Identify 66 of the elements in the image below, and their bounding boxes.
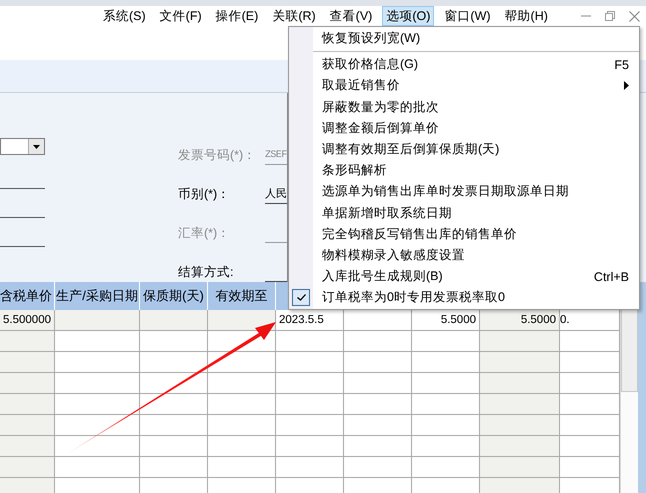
menu-item[interactable]: 取最近销售价 — [289, 75, 639, 97]
column-header[interactable]: 含税单价 — [0, 282, 55, 310]
menu-item[interactable]: 关联(R) — [268, 6, 320, 26]
menu-item[interactable]: 物料模糊录入敏感度设置 — [289, 244, 639, 266]
menu-item[interactable]: 选项(O) — [382, 6, 434, 26]
table-cell — [276, 394, 344, 415]
field-label: 币别(*)： — [178, 186, 232, 203]
table-cell — [276, 436, 344, 457]
table-cell — [276, 415, 344, 436]
column-header[interactable]: 保质期(天) — [140, 282, 208, 310]
table-cell — [140, 457, 208, 478]
column-header[interactable]: 生产/采购日期 — [55, 282, 140, 310]
menu-item[interactable]: 系统(S) — [99, 6, 150, 26]
table-cell — [0, 415, 55, 436]
dropdown-field[interactable] — [0, 138, 45, 155]
table-cell — [208, 394, 276, 415]
table-cell — [276, 352, 344, 373]
menu-item[interactable]: 条形码解析 — [289, 160, 639, 182]
menu-item[interactable]: 查看(V) — [326, 6, 376, 26]
field-label: 结算方式: — [178, 264, 234, 281]
field-label: 发票号码(*)： — [178, 147, 258, 164]
menu-item[interactable]: 单据新增时取系统日期 — [289, 202, 639, 224]
table-cell — [0, 436, 55, 457]
table-cell — [0, 352, 55, 373]
table-cell — [276, 457, 344, 478]
table-cell — [140, 415, 208, 436]
menu-item[interactable]: 调整有效期至后倒算保质期(天) — [289, 138, 639, 160]
table-cell — [208, 457, 276, 478]
table-cell — [140, 331, 208, 352]
table-cell — [208, 415, 276, 436]
table-cell — [208, 373, 276, 394]
menu-item[interactable]: 调整金额后倒算单价 — [289, 118, 639, 139]
table-cell — [344, 457, 412, 478]
menu-item[interactable]: 屏蔽数量为零的批次 — [289, 96, 639, 118]
table-cell: 5.500000 — [0, 310, 55, 331]
table-cell — [208, 436, 276, 457]
table-cell — [344, 436, 412, 457]
table-cell — [0, 394, 55, 415]
column-header[interactable]: 有效期至 — [208, 282, 276, 310]
menu-item[interactable]: 帮助(H) — [500, 6, 552, 26]
menu-item[interactable]: 选源单为销售出库单时发票日期取源单日期 — [289, 181, 639, 202]
table-cell — [344, 352, 412, 373]
menu-item[interactable]: 订单税率为0时专用发票税率取0 — [289, 287, 639, 308]
table-cell — [276, 373, 344, 394]
table-cell — [0, 373, 55, 394]
restore-icon[interactable] — [605, 11, 615, 21]
table-cell — [344, 373, 412, 394]
menu-item[interactable]: 入库批号生成规则(B) Ctrl+B — [289, 266, 639, 288]
menu-item[interactable]: 完全钩稽反写销售出库的销售单价 — [289, 224, 639, 245]
field-label: 汇率(*)： — [178, 225, 232, 242]
table-cell — [0, 331, 55, 352]
menu-item[interactable]: 窗口(W) — [440, 6, 495, 26]
table-cell — [344, 415, 412, 436]
menu-item[interactable]: 操作(E) — [212, 6, 262, 26]
table-cell — [344, 331, 412, 352]
close-icon[interactable] — [629, 10, 640, 22]
table-cell — [140, 436, 208, 457]
menu-item[interactable]: 获取价格信息(G) F5 — [289, 54, 639, 76]
table-cell — [276, 331, 344, 352]
menu-item[interactable]: 恢复预设列宽(W) — [289, 28, 639, 50]
dropdown-arrow-icon — [33, 144, 40, 148]
menu-item[interactable]: 文件(F) — [156, 6, 206, 26]
table-cell — [0, 478, 55, 493]
table-cell — [0, 457, 55, 478]
table-cell — [344, 394, 412, 415]
table-cell: 5.5000 — [480, 310, 560, 331]
